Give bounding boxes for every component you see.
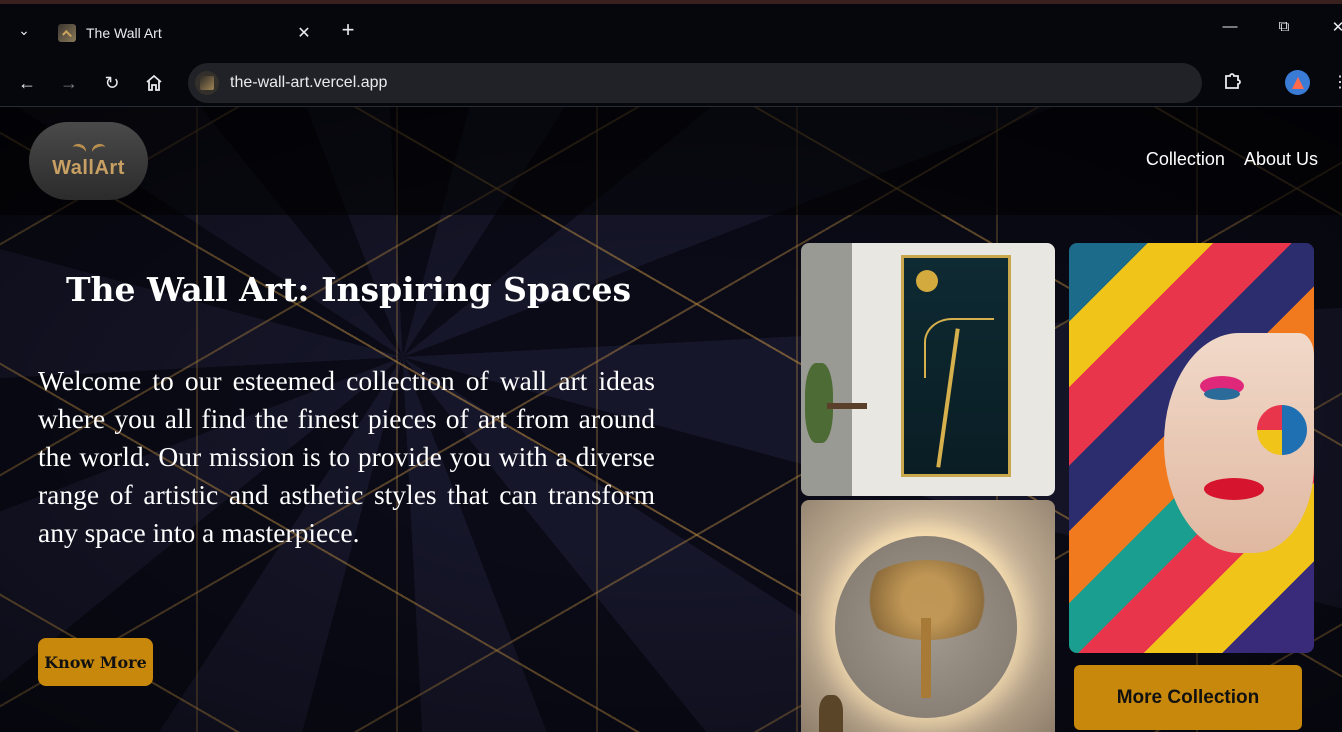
site-favicon-icon (58, 24, 76, 42)
logo-text: WallArt (52, 157, 125, 179)
plus-icon[interactable]: + (336, 19, 360, 43)
tree-trunk (921, 618, 931, 698)
minimize-icon[interactable]: — (1218, 18, 1242, 35)
restore-icon[interactable]: ⧉ (1272, 18, 1296, 35)
close-window-icon[interactable]: ✕ (1326, 18, 1342, 36)
tab-bar: ⌄ The Wall Art ✕ + — ⧉ ✕ (0, 4, 1342, 56)
hero-title: The Wall Art: Inspiring Spaces (66, 270, 632, 309)
close-icon[interactable]: ✕ (294, 23, 314, 43)
eye-shape (1204, 388, 1240, 400)
web-page: WallArt Collection About Us The Wall Art… (0, 107, 1342, 732)
profile-icon[interactable] (1285, 70, 1310, 95)
more-collection-button[interactable]: More Collection (1074, 665, 1302, 730)
browser-chrome: ⌄ The Wall Art ✕ + — ⧉ ✕ ← → ↻ the-wall-… (0, 0, 1342, 107)
main-nav: Collection About Us (1146, 149, 1318, 170)
know-more-button[interactable]: Know More (38, 638, 153, 686)
reload-icon[interactable]: ↻ (99, 70, 125, 96)
url-text: the-wall-art.vercel.app (230, 74, 388, 91)
site-header: WallArt Collection About Us (0, 107, 1342, 215)
puzzle-icon[interactable] (1222, 70, 1246, 94)
home-icon[interactable] (141, 70, 167, 96)
gallery-image-abstract-face[interactable] (1069, 243, 1314, 653)
gallery-image-tree-of-life[interactable] (801, 500, 1055, 732)
wings-icon (72, 142, 106, 156)
arrow-right-icon[interactable]: → (56, 70, 82, 96)
arrow-left-icon[interactable]: ← (14, 70, 40, 96)
lips-shape (1204, 478, 1264, 500)
address-bar[interactable]: the-wall-art.vercel.app (188, 63, 1202, 103)
site-info-icon[interactable] (195, 71, 219, 95)
chevron-down-icon[interactable]: ⌄ (10, 16, 38, 44)
browser-tab[interactable]: The Wall Art ✕ (48, 10, 322, 56)
branch-shape (924, 318, 994, 378)
moon-shape (916, 270, 938, 292)
wallart-logo[interactable]: WallArt (29, 122, 148, 200)
gallery-image-golden-tree[interactable] (801, 243, 1055, 496)
nav-link-collection[interactable]: Collection (1146, 149, 1225, 170)
browser-toolbar: ← → ↻ the-wall-art.vercel.app ⋮ (0, 58, 1342, 108)
nav-link-about-us[interactable]: About Us (1244, 149, 1318, 170)
color-circle (1257, 405, 1307, 455)
tab-title: The Wall Art (86, 25, 162, 41)
framed-art (901, 255, 1011, 477)
hero-description: Welcome to our esteemed collection of wa… (38, 365, 655, 548)
vase-shape (819, 695, 843, 732)
table-shape (827, 403, 867, 409)
more-vertical-icon[interactable]: ⋮ (1332, 72, 1342, 92)
